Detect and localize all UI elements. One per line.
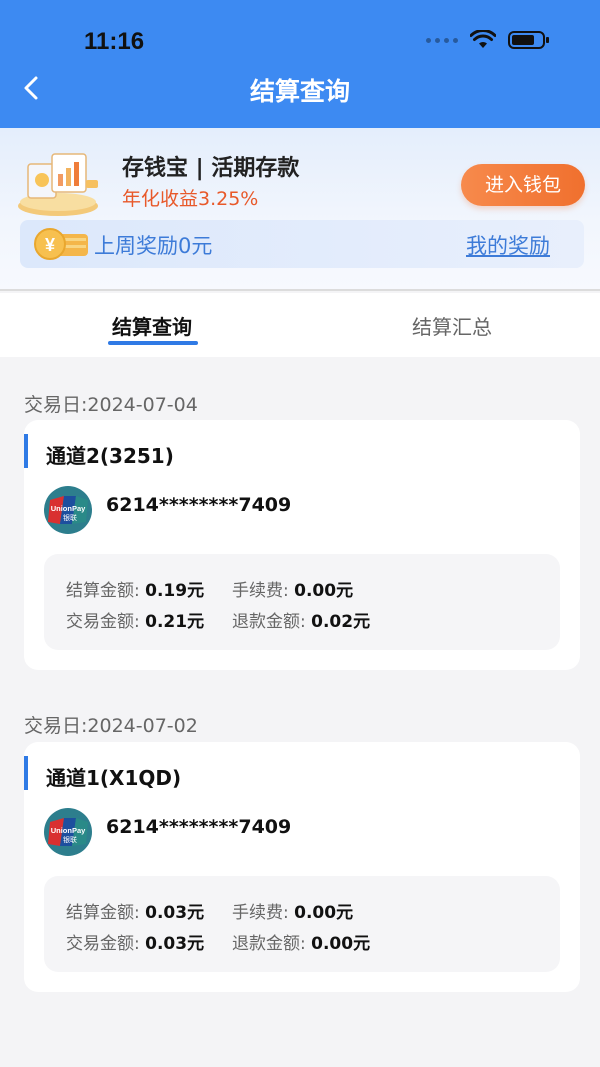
channel-name: 通道1(X1QD)	[46, 766, 182, 790]
tab-bar: 结算查询 结算汇总	[0, 293, 600, 357]
fee-amount: 手续费: 0.00元	[232, 898, 353, 923]
refund-amount: 退款金额: 0.02元	[232, 607, 370, 632]
unionpay-icon: UnionPay 银联	[44, 486, 92, 534]
card-number: 6214********7409	[106, 494, 292, 516]
reward-bar: ¥ 上周奖励0元 我的奖励	[20, 220, 584, 268]
refund-amount: 退款金额: 0.00元	[232, 929, 370, 954]
settlement-card[interactable]: 通道1(X1QD) UnionPay 银联 6214********7409 结…	[24, 742, 580, 992]
tab-settlement-summary[interactable]: 结算汇总	[352, 311, 552, 340]
settle-amount: 结算金额: 0.19元	[66, 576, 204, 601]
svg-text:¥: ¥	[45, 235, 55, 255]
tab-label: 结算查询	[112, 315, 192, 339]
coin-icon: ¥	[34, 228, 88, 260]
channel-indicator	[24, 434, 28, 468]
savings-illustration-icon	[18, 153, 98, 216]
card-number: 6214********7409	[106, 816, 292, 838]
trade-amount-value: 0.21元	[145, 612, 205, 632]
svg-text:银联: 银联	[63, 835, 77, 844]
refund-amount-value: 0.00元	[311, 934, 371, 954]
promo-banner: 存钱宝 | 活期存款 年化收益3.25% 进入钱包 ¥ 上周奖励0元 我的奖励	[0, 128, 600, 291]
my-reward-link[interactable]: 我的奖励	[466, 230, 550, 260]
settle-amount-label: 结算金额:	[66, 581, 140, 601]
trade-amount: 交易金额: 0.21元	[66, 607, 204, 632]
channel-name: 通道2(3251)	[46, 444, 174, 468]
trade-amount-label: 交易金额:	[66, 612, 140, 632]
promo-rate: 年化收益3.25%	[122, 188, 259, 210]
channel-indicator	[24, 756, 28, 790]
signal-icon	[426, 37, 458, 43]
unionpay-icon: UnionPay 银联	[44, 808, 92, 856]
svg-text:UnionPay: UnionPay	[51, 826, 86, 835]
settle-amount: 结算金额: 0.03元	[66, 898, 204, 923]
settle-amount-value: 0.03元	[145, 903, 205, 923]
amount-box: 结算金额: 0.19元 手续费: 0.00元 交易金额: 0.21元 退款金额:…	[44, 554, 560, 650]
settle-amount-label: 结算金额:	[66, 903, 140, 923]
fee-label: 手续费:	[232, 903, 289, 923]
trade-date-label: 交易日:2024-07-04	[24, 394, 198, 416]
amount-box: 结算金额: 0.03元 手续费: 0.00元 交易金额: 0.03元 退款金额:…	[44, 876, 560, 972]
fee-value: 0.00元	[294, 581, 354, 601]
svg-text:银联: 银联	[63, 513, 77, 522]
battery-icon	[508, 31, 549, 49]
enter-wallet-button[interactable]: 进入钱包	[461, 164, 585, 206]
trade-amount: 交易金额: 0.03元	[66, 929, 204, 954]
trade-amount-value: 0.03元	[145, 934, 205, 954]
wifi-icon	[470, 30, 496, 48]
tab-label: 结算汇总	[412, 315, 492, 339]
top-header: 11:16 结算查询	[0, 0, 600, 128]
active-tab-indicator	[108, 341, 198, 345]
refund-amount-label: 退款金额:	[232, 612, 306, 632]
promo-title: 存钱宝 | 活期存款	[122, 156, 300, 181]
settle-amount-value: 0.19元	[145, 581, 205, 601]
fee-value: 0.00元	[294, 903, 354, 923]
settlement-card[interactable]: 通道2(3251) UnionPay 银联 6214********7409 结…	[24, 420, 580, 670]
fee-amount: 手续费: 0.00元	[232, 576, 353, 601]
status-icons	[426, 30, 550, 50]
status-time: 11:16	[84, 28, 145, 55]
last-week-reward: 上周奖励0元	[94, 234, 213, 258]
fee-label: 手续费:	[232, 581, 289, 601]
refund-amount-value: 0.02元	[311, 612, 371, 632]
svg-text:UnionPay: UnionPay	[51, 504, 86, 513]
trade-amount-label: 交易金额:	[66, 934, 140, 954]
refund-amount-label: 退款金额:	[232, 934, 306, 954]
trade-date-label: 交易日:2024-07-02	[24, 715, 198, 737]
tab-settlement-query[interactable]: 结算查询	[52, 311, 252, 345]
page-title: 结算查询	[249, 77, 350, 106]
